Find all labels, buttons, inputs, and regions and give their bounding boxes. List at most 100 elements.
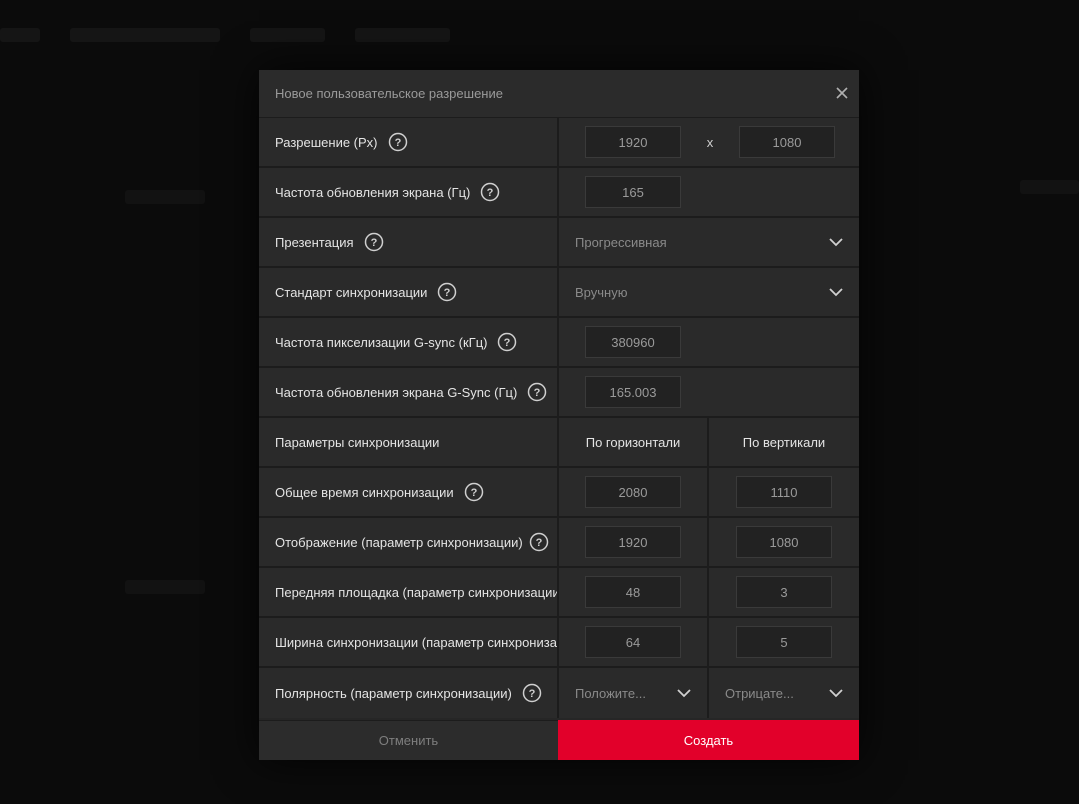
active-horizontal-cell: 1920 <box>559 518 709 566</box>
timing-standard-value-cell: Вручную <box>559 268 859 316</box>
active-timing-row: Отображение (параметр синхронизации) ? 1… <box>259 518 859 568</box>
gsync-refresh-rate-label: Частота обновления экрана G-Sync (Гц) <box>275 384 518 400</box>
timing-standard-label: Стандарт синхронизации <box>275 284 428 300</box>
total-vertical-cell: 1110 <box>709 468 859 516</box>
active-timing-label: Отображение (параметр синхронизации) <box>275 534 523 550</box>
sync-width-horizontal-input[interactable]: 64 <box>585 626 681 658</box>
refresh-rate-input[interactable]: 165 <box>585 176 681 208</box>
help-icon[interactable]: ? <box>437 282 457 302</box>
timing-standard-selected: Вручную <box>575 284 628 300</box>
timing-params-label-cell: Параметры синхронизации <box>259 418 559 466</box>
polarity-vertical-dropdown[interactable]: Отрицате... <box>709 668 859 718</box>
timing-params-header-cell: По горизонтали По вертикали <box>559 418 859 466</box>
polarity-horizontal-cell: Положите... <box>559 668 709 718</box>
polarity-horizontal-dropdown[interactable]: Положите... <box>559 668 707 718</box>
presentation-selected: Прогрессивная <box>575 234 667 250</box>
total-vertical-input[interactable]: 1110 <box>736 476 832 508</box>
timing-params-label: Параметры синхронизации <box>275 434 440 450</box>
polarity-horizontal-selected: Положите... <box>575 685 646 701</box>
resolution-label: Разрешение (Px) <box>275 134 378 150</box>
timing-standard-dropdown[interactable]: Вручную <box>559 268 859 316</box>
presentation-label-cell: Презентация ? <box>259 218 559 266</box>
horizontal-column-header: По горизонтали <box>559 418 709 466</box>
active-vertical-cell: 1080 <box>709 518 859 566</box>
sync-width-horizontal-cell: 64 <box>559 618 709 666</box>
front-porch-value-cell: 48 3 <box>559 568 859 616</box>
presentation-value-cell: Прогрессивная <box>559 218 859 266</box>
resolution-label-cell: Разрешение (Px) ? <box>259 118 559 166</box>
presentation-dropdown[interactable]: Прогрессивная <box>559 218 859 266</box>
help-icon[interactable]: ? <box>364 232 384 252</box>
total-horizontal-input[interactable]: 2080 <box>585 476 681 508</box>
svg-text:?: ? <box>487 187 494 199</box>
resolution-value-cell: 1920 x 1080 <box>559 118 859 166</box>
refresh-rate-label-cell: Частота обновления экрана (Гц) ? <box>259 168 559 216</box>
refresh-rate-row: Частота обновления экрана (Гц) ? 165 <box>259 168 859 218</box>
cancel-button[interactable]: Отменить <box>259 720 558 760</box>
timing-params-header-row: Параметры синхронизации По горизонтали П… <box>259 418 859 468</box>
polarity-vertical-selected: Отрицате... <box>725 685 794 701</box>
help-icon[interactable]: ? <box>529 532 549 552</box>
front-porch-horizontal-input[interactable]: 48 <box>585 576 681 608</box>
gsync-pixel-clock-label: Частота пикселизации G-sync (кГц) <box>275 334 488 350</box>
help-icon[interactable]: ? <box>527 382 547 402</box>
active-vertical-input[interactable]: 1080 <box>736 526 832 558</box>
gsync-pixel-clock-input[interactable]: 380960 <box>585 326 681 358</box>
refresh-rate-value-cell: 165 <box>559 168 859 216</box>
help-icon[interactable]: ? <box>388 132 408 152</box>
resolution-height-input[interactable]: 1080 <box>739 126 835 158</box>
svg-text:?: ? <box>535 537 542 549</box>
vertical-header-text: По вертикали <box>742 434 826 450</box>
svg-text:?: ? <box>528 688 535 700</box>
close-button[interactable] <box>833 84 851 102</box>
svg-text:?: ? <box>534 387 541 399</box>
svg-text:?: ? <box>370 237 377 249</box>
gsync-pixel-clock-label-cell: Частота пикселизации G-sync (кГц) ? <box>259 318 559 366</box>
dialog-title: Новое пользовательское разрешение <box>275 86 503 101</box>
sync-width-label: Ширина синхронизации (параметр синхрониз… <box>275 634 559 650</box>
front-porch-label-cell: Передняя площадка (параметр синхронизаци… <box>259 568 559 616</box>
polarity-value-cell: Положите... Отрицате... <box>559 668 859 718</box>
gsync-refresh-rate-row: Частота обновления экрана G-Sync (Гц) ? … <box>259 368 859 418</box>
front-porch-vertical-input[interactable]: 3 <box>736 576 832 608</box>
active-horizontal-input[interactable]: 1920 <box>585 526 681 558</box>
resolution-separator: x <box>706 134 714 150</box>
help-icon[interactable]: ? <box>497 332 517 352</box>
background-panel <box>125 580 205 594</box>
svg-text:?: ? <box>504 337 511 349</box>
create-button[interactable]: Создать <box>558 720 859 760</box>
refresh-rate-label: Частота обновления экрана (Гц) <box>275 184 471 200</box>
polarity-label: Полярность (параметр синхронизации) <box>275 685 512 701</box>
help-icon[interactable]: ? <box>480 182 500 202</box>
sync-width-vertical-cell: 5 <box>709 618 859 666</box>
settings-rows: Разрешение (Px) ? 1920 x 1080 Частота об… <box>259 118 859 718</box>
polarity-label-cell: Полярность (параметр синхронизации) ? <box>259 668 559 718</box>
gsync-pixel-clock-row: Частота пикселизации G-sync (кГц) ? 3809… <box>259 318 859 368</box>
dialog-footer: Отменить Создать <box>259 720 859 760</box>
presentation-label: Презентация <box>275 234 354 250</box>
help-icon[interactable]: ? <box>464 482 484 502</box>
sync-width-vertical-input[interactable]: 5 <box>736 626 832 658</box>
gsync-refresh-rate-input[interactable]: 165.003 <box>585 376 681 408</box>
front-porch-label: Передняя площадка (параметр синхронизаци… <box>275 584 559 600</box>
total-timing-value-cell: 2080 1110 <box>559 468 859 516</box>
chevron-down-icon <box>829 688 843 697</box>
gsync-refresh-rate-label-cell: Частота обновления экрана G-Sync (Гц) ? <box>259 368 559 416</box>
custom-resolution-dialog: Новое пользовательское разрешение Разреш… <box>259 70 859 760</box>
svg-text:?: ? <box>444 287 451 299</box>
help-icon[interactable]: ? <box>522 683 542 703</box>
resolution-width-input[interactable]: 1920 <box>585 126 681 158</box>
background-panel <box>125 190 205 204</box>
timing-standard-row: Стандарт синхронизации ? Вручную <box>259 268 859 318</box>
active-timing-label-cell: Отображение (параметр синхронизации) ? <box>259 518 559 566</box>
sync-width-value-cell: 64 5 <box>559 618 859 666</box>
polarity-row: Полярность (параметр синхронизации) ? По… <box>259 668 859 718</box>
front-porch-row: Передняя площадка (параметр синхронизаци… <box>259 568 859 618</box>
sync-width-row: Ширина синхронизации (параметр синхрониз… <box>259 618 859 668</box>
polarity-vertical-cell: Отрицате... <box>709 668 859 718</box>
total-timing-label-cell: Общее время синхронизации ? <box>259 468 559 516</box>
active-timing-value-cell: 1920 1080 <box>559 518 859 566</box>
chevron-down-icon <box>829 237 843 246</box>
background-panel <box>1020 180 1079 194</box>
horizontal-header-text: По горизонтали <box>585 434 681 450</box>
